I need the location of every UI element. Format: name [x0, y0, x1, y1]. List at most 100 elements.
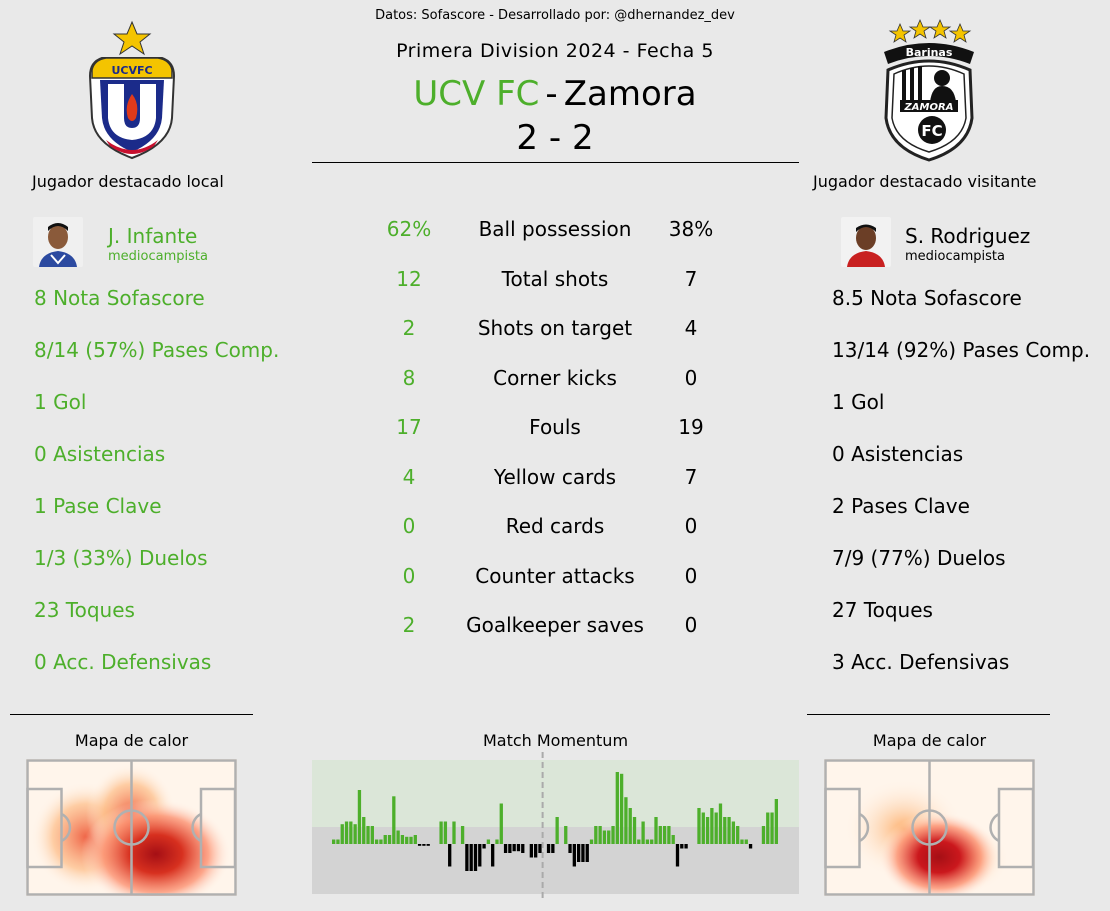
momentum-bar-home	[594, 826, 598, 844]
stat-name: Total shots	[501, 267, 609, 291]
momentum-bar-home	[705, 817, 710, 844]
momentum-bar-away	[538, 844, 542, 853]
away-logo-mid-text: ZAMORA	[904, 102, 954, 113]
home-team-logo: UCVFC	[88, 20, 176, 160]
momentum-bar-away	[448, 844, 452, 867]
away-logo-bottom-text: FC	[921, 122, 942, 140]
stat-home-value: 0	[402, 514, 416, 538]
home-bottom-divider	[10, 714, 253, 715]
momentum-bar-home	[654, 817, 658, 844]
momentum-title: Match Momentum	[482, 731, 629, 750]
stat-name: Ball possession	[478, 217, 632, 241]
momentum-bar-away	[684, 844, 688, 849]
momentum-bar-away	[572, 844, 576, 867]
momentum-bar-home	[332, 839, 336, 844]
momentum-bar-away	[426, 844, 430, 846]
momentum-bar-away	[516, 844, 521, 852]
away-team-logo: Barinas ZAMORA FC	[884, 18, 974, 162]
stat-away-value: 0	[684, 564, 698, 588]
home-player-name: J. Infante	[108, 224, 198, 248]
away-heatmap	[824, 759, 1035, 896]
stat-name: Shots on target	[477, 316, 633, 340]
stat-home-value: 2	[402, 613, 416, 637]
momentum-bar-home	[370, 826, 374, 844]
stat-home-value: 12	[396, 267, 422, 291]
momentum-bar-home	[727, 817, 731, 844]
momentum-bar-away	[469, 844, 473, 871]
momentum-bar-home	[650, 839, 654, 844]
momentum-bar-home	[353, 824, 357, 844]
away-logo-top-text: Barinas	[906, 46, 953, 59]
momentum-chart	[312, 752, 799, 902]
away-heatmap-label: Mapa de calor	[872, 731, 987, 750]
stat-name: Corner kicks	[493, 366, 617, 390]
header-divider	[312, 162, 799, 163]
momentum-bar-away	[581, 844, 585, 862]
momentum-bar-home	[766, 812, 770, 844]
momentum-bar-home	[736, 826, 740, 844]
momentum-bar-home	[452, 821, 456, 844]
momentum-bar-home	[641, 821, 645, 844]
stat-away-value: 19	[678, 415, 704, 439]
momentum-bar-home	[744, 839, 748, 844]
home-stat-goals: 1 Gol	[34, 390, 87, 414]
away-team-name: Zamora	[563, 74, 697, 114]
home-stat-defensive: 0 Acc. Defensivas	[34, 650, 212, 674]
stat-row-goalkeeper-saves: 2 Goalkeeper saves 0	[360, 613, 760, 643]
momentum-bar-home	[379, 839, 383, 844]
momentum-bar-away	[482, 844, 486, 849]
home-stat-assists: 0 Asistencias	[34, 442, 166, 466]
away-player-position: mediocampista	[905, 249, 1005, 264]
momentum-bar-home	[662, 826, 667, 844]
away-stat-touches: 27 Toques	[832, 598, 933, 622]
momentum-bar-away	[546, 844, 551, 853]
momentum-bar-home	[392, 796, 396, 844]
momentum-bar-away	[465, 844, 469, 871]
away-player-heading: Jugador destacado visitante	[813, 172, 1037, 191]
home-stat-passes: 8/14 (57%) Pases Comp.	[34, 338, 280, 362]
stat-away-value: 0	[684, 613, 698, 637]
momentum-bar-home	[714, 812, 718, 844]
away-stat-duels: 7/9 (77%) Duelos	[832, 546, 1006, 570]
momentum-bar-away	[529, 844, 534, 858]
momentum-bar-home	[628, 808, 632, 844]
momentum-bar-home	[619, 773, 624, 844]
momentum-bar-home	[589, 839, 594, 844]
momentum-bar-away	[675, 844, 680, 867]
momentum-bar-home	[460, 826, 465, 844]
team-separator: -	[545, 74, 558, 114]
momentum-bar-home	[602, 830, 607, 844]
momentum-bar-home	[357, 790, 362, 844]
away-bottom-divider	[807, 714, 1050, 715]
momentum-bar-home	[761, 826, 766, 844]
momentum-bar-away	[508, 844, 512, 853]
momentum-home-zone	[312, 760, 799, 827]
momentum-bar-away	[478, 844, 482, 867]
momentum-bar-home	[439, 821, 443, 844]
momentum-bar-away	[491, 844, 495, 867]
momentum-bar-away	[680, 844, 684, 849]
momentum-bar-home	[667, 826, 671, 844]
momentum-bar-away	[512, 844, 516, 852]
stat-home-value: 8	[402, 366, 416, 390]
home-player-photo	[33, 217, 83, 267]
away-stat-rating: 8.5 Nota Sofascore	[832, 286, 1022, 310]
stat-away-value: 4	[684, 316, 698, 340]
stat-away-value: 38%	[668, 217, 714, 241]
stat-home-value: 0	[402, 564, 416, 588]
momentum-bar-away	[422, 844, 426, 846]
momentum-bar-home	[336, 839, 340, 844]
momentum-bar-home	[443, 821, 448, 844]
momentum-bar-away	[473, 844, 478, 871]
stat-row-red-cards: 0 Red cards 0	[360, 514, 760, 544]
away-player-name: S. Rodriguez	[905, 224, 1031, 248]
momentum-bar-home	[387, 835, 392, 844]
momentum-bar-home	[340, 824, 344, 844]
home-heatmap-label: Mapa de calor	[74, 731, 189, 750]
momentum-bar-home	[598, 826, 602, 844]
momentum-bar-home	[499, 803, 503, 844]
momentum-bar-home	[495, 839, 499, 844]
momentum-bar-home	[770, 812, 774, 844]
momentum-bar-home	[671, 835, 675, 844]
momentum-bar-away	[534, 844, 538, 858]
